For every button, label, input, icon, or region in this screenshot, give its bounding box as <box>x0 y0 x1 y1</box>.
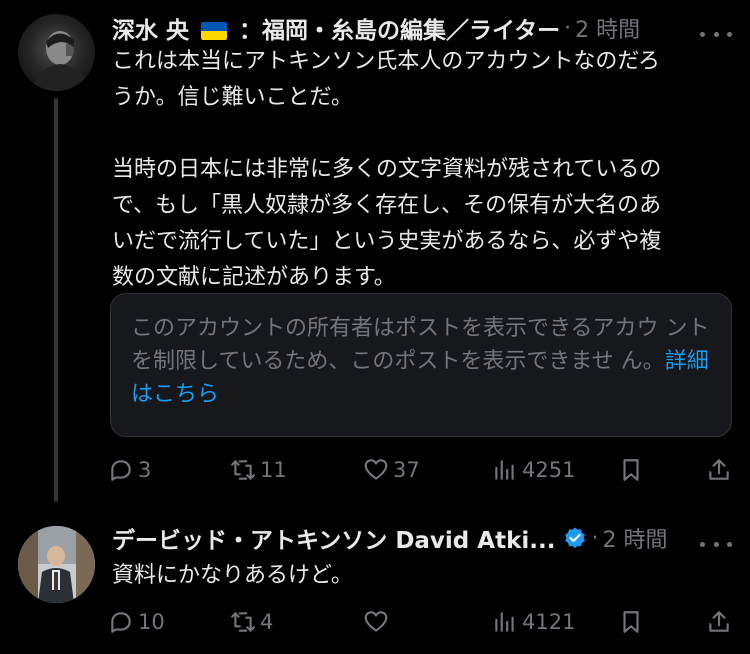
share-icon <box>709 459 729 480</box>
post-body: これは本当にアトキンソン氏本人のアカウントなのだろ うか。信じ難いことだ。 当時… <box>112 49 662 290</box>
author-name[interactable]: 深水 央 ：福岡・糸島の編集／ライター <box>112 11 560 45</box>
analytics-icon <box>495 460 514 480</box>
bookmark-button[interactable] <box>618 450 644 490</box>
separator-dot: · <box>591 525 599 551</box>
bookmark-button[interactable] <box>618 602 644 642</box>
like-button[interactable] <box>363 602 393 642</box>
separator-dot: · <box>564 15 572 41</box>
share-button[interactable] <box>706 602 732 642</box>
share-icon <box>709 611 729 632</box>
avatar[interactable] <box>18 14 95 91</box>
reply-icon <box>111 612 131 633</box>
heart-icon <box>364 611 388 632</box>
repost-icon <box>231 612 255 632</box>
views-button[interactable]: 4121 <box>492 602 575 642</box>
bookmark-icon <box>623 611 639 633</box>
thread-line <box>54 98 58 502</box>
avatar-photo <box>18 14 95 91</box>
post-2[interactable]: デービッド・アトキンソン David Atki... · 2 時間 資料にかなり… <box>0 510 750 654</box>
analytics-icon <box>495 612 514 632</box>
views-button[interactable]: 4251 <box>492 450 575 490</box>
post-time[interactable]: 2 時間 <box>602 522 667 554</box>
post-header: 深水 央 ：福岡・糸島の編集／ライター · 2 時間 <box>112 8 732 48</box>
bookmark-icon <box>623 459 639 481</box>
reply-button[interactable]: 3 <box>108 450 151 490</box>
ukraine-flag-icon <box>201 21 228 40</box>
repost-icon <box>231 460 255 480</box>
repost-button[interactable]: 4 <box>230 602 273 642</box>
reply-button[interactable]: 10 <box>108 602 165 642</box>
avatar-photo <box>18 526 95 603</box>
reply-count: 10 <box>138 610 165 634</box>
restricted-post-notice: このアカウントの所有者はポストを表示できるアカウ ントを制限しているため、このポ… <box>110 293 732 437</box>
post-1[interactable]: 深水 央 ：福岡・糸島の編集／ライター · 2 時間 これは本当にアトキンソン氏… <box>0 0 750 510</box>
share-button[interactable] <box>706 450 732 490</box>
post-time[interactable]: 2 時間 <box>575 12 640 44</box>
post-actions: 10 4 4121 <box>108 602 732 642</box>
post-header: デービッド・アトキンソン David Atki... · 2 時間 <box>112 518 732 558</box>
notice-text: このアカウントの所有者はポストを表示できるアカウ ントを制限しているため、このポ… <box>131 316 710 374</box>
reply-icon <box>111 460 131 481</box>
verified-badge-icon <box>565 527 586 549</box>
post-actions: 3 11 37 4251 <box>108 450 732 490</box>
author-name[interactable]: デービッド・アトキンソン David Atki... <box>112 521 555 555</box>
more-options-icon[interactable] <box>700 532 732 556</box>
repost-count: 4 <box>260 610 274 634</box>
avatar[interactable] <box>18 526 95 603</box>
views-count: 4251 <box>522 458 576 482</box>
repost-count: 11 <box>260 458 287 482</box>
author-name-part2: ：福岡・糸島の編集／ライター <box>239 18 561 44</box>
author-name-part1: 深水 央 <box>112 18 190 44</box>
heart-icon <box>364 459 388 480</box>
like-button[interactable]: 37 <box>363 450 420 490</box>
repost-button[interactable]: 11 <box>230 450 287 490</box>
reply-count: 3 <box>138 458 152 482</box>
notice-text-wrap: このアカウントの所有者はポストを表示できるアカウ ントを制限しているため、このポ… <box>131 312 711 411</box>
like-count: 37 <box>393 458 420 482</box>
views-count: 4121 <box>522 610 576 634</box>
post-body: 資料にかなりあるけど。 <box>112 563 353 588</box>
more-options-icon[interactable] <box>700 22 732 46</box>
